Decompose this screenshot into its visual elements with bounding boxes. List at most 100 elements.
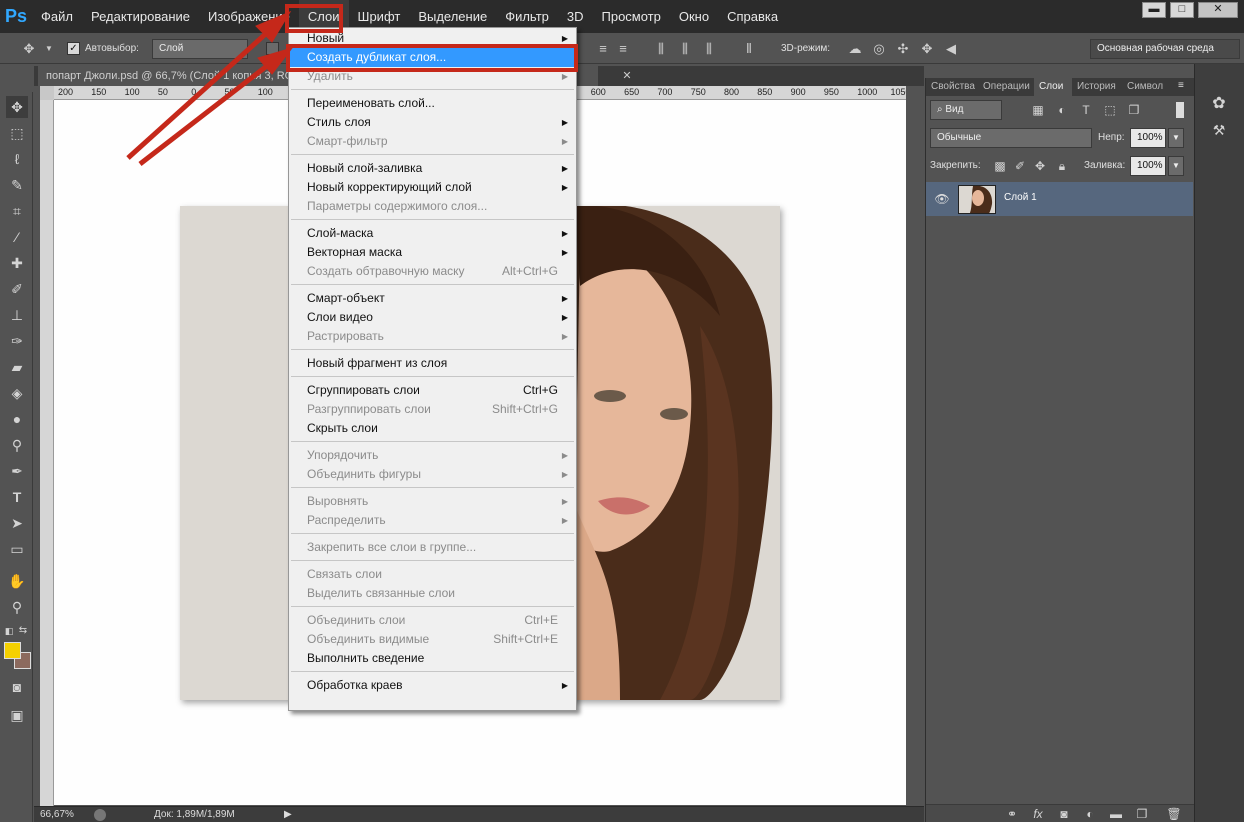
distribute-icon[interactable]: ⫼ [654,41,668,57]
distribute-icon[interactable]: ⫼ [702,41,716,57]
adjustment-filter-icon[interactable]: ◐ [1054,102,1070,118]
layer-row[interactable]: 👁︎ Слой 1 [926,182,1193,216]
menu-option[interactable]: Закрепить все слои в группе... [289,538,576,557]
menu-option[interactable]: Выделить связанные слои [289,584,576,603]
lasso-tool-icon[interactable]: ℓ [6,148,28,170]
adjustment-layer-icon[interactable]: ◐ [1082,806,1098,822]
panel-tab[interactable]: Символ [1122,78,1174,96]
crop-tool-icon[interactable]: ⌗ [6,200,28,222]
status-icon[interactable] [94,809,106,821]
blur-tool-icon[interactable]: ● [6,408,28,430]
panel-tab[interactable]: История [1072,78,1122,96]
menu-item[interactable]: Редактирование [82,0,199,33]
menu-item[interactable]: Файл [32,0,82,33]
menu-option[interactable]: Новый слой-заливка ▶ [289,159,576,178]
paint-bucket-tool-icon[interactable]: ◈ [6,382,28,404]
opacity-dropdown-icon[interactable]: ▼ [1168,128,1184,148]
canvas-scrollbar[interactable] [906,86,924,806]
menu-item[interactable]: Справка [718,0,787,33]
autoselect-target-select[interactable]: Слой [152,39,248,59]
menu-option[interactable]: Выровнять ▶ [289,492,576,511]
blend-mode-select[interactable]: Обычные [930,128,1092,148]
color-panel-icon[interactable]: ✿ [1211,96,1227,112]
panel-tab[interactable]: Свойства [926,78,978,96]
tools-panel-icon[interactable]: ⚒ [1211,122,1227,138]
panel-tab[interactable]: Операции [978,78,1034,96]
mask-icon[interactable]: ◙ [1056,806,1072,822]
menu-option[interactable]: Смарт-фильтр ▶ [289,132,576,151]
menu-option[interactable]: Растрировать ▶ [289,327,576,346]
drag-3d-icon[interactable]: ✣ [896,41,910,57]
hand-tool-icon[interactable]: ✋ [6,570,28,592]
filter-toggle[interactable] [1176,102,1184,118]
marquee-tool-icon[interactable]: ⬚ [6,122,28,144]
menu-item[interactable]: Просмотр [593,0,670,33]
menu-option[interactable]: Упорядочить ▶ [289,446,576,465]
path-select-tool-icon[interactable]: ➤ [6,512,28,534]
shape-filter-icon[interactable]: ⬚ [1102,102,1118,118]
menu-item[interactable]: Окно [670,0,718,33]
chevron-down-icon[interactable]: ▼ [42,41,56,57]
dodge-tool-icon[interactable]: ⚲ [6,434,28,456]
opacity-input[interactable]: 100% [1130,128,1166,148]
layer-filter-select[interactable]: ⌕ Вид [930,100,1002,120]
history-brush-tool-icon[interactable]: ✑ [6,330,28,352]
menu-option[interactable]: Разгруппировать слои Shift+Ctrl+G [289,400,576,419]
foreground-color-swatch[interactable] [4,642,21,659]
autoselect-checkbox[interactable]: ✓ [67,42,80,55]
menu-option[interactable]: Объединить видимые Shift+Ctrl+E [289,630,576,649]
eraser-tool-icon[interactable]: ▰ [6,356,28,378]
menu-option[interactable]: Объединить слои Ctrl+E [289,611,576,630]
distribute-icon[interactable]: ⫼ [678,41,692,57]
image-filter-icon[interactable]: ▦ [1030,102,1046,118]
menu-option[interactable]: Переименовать слой... [289,94,576,113]
maximize-button[interactable]: □ [1170,2,1194,18]
pen-tool-icon[interactable]: ✒ [6,460,28,482]
roll-3d-icon[interactable]: ◎ [872,41,886,57]
menu-option[interactable]: Выполнить сведение [289,649,576,668]
layer-name[interactable]: Слой 1 [1004,192,1037,203]
rotate-3d-icon[interactable]: ☁ [848,41,862,57]
move-tool-icon[interactable]: ✥ [22,41,36,57]
new-layer-icon[interactable]: ❐ [1134,806,1150,822]
zoom-tool-icon[interactable]: ⚲ [6,596,28,618]
slide-3d-icon[interactable]: ✥ [920,41,934,57]
status-arrow-icon[interactable]: ▶ [284,809,292,820]
swap-colors-icon[interactable]: ⇆ [16,620,30,642]
menu-option[interactable]: Скрыть слои [289,419,576,438]
group-folder-icon[interactable]: ▬ [1108,806,1124,822]
quick-mask-icon[interactable]: ◙ [6,676,28,698]
trash-icon[interactable]: 🗑︎ [1166,806,1182,822]
panel-menu-icon[interactable]: ≡ [1178,80,1184,91]
auto-align-icon[interactable]: ⦀ [742,41,756,57]
scale-3d-icon[interactable]: ◀ [944,41,958,57]
fill-input[interactable]: 100% [1130,156,1166,176]
close-icon[interactable]: ✕ [620,69,634,83]
quick-select-tool-icon[interactable]: ✎ [6,174,28,196]
fill-dropdown-icon[interactable]: ▼ [1168,156,1184,176]
menu-option[interactable]: Векторная маска ▶ [289,243,576,262]
menu-option[interactable]: Распределить ▶ [289,511,576,530]
eyedropper-tool-icon[interactable]: ⁄ [6,226,28,248]
healing-tool-icon[interactable]: ✚ [6,252,28,274]
menu-option[interactable]: Создать обтравочную маску Alt+Ctrl+G [289,262,576,281]
align-icon[interactable]: ≡ [596,41,610,57]
smart-object-filter-icon[interactable]: ❐ [1126,102,1142,118]
shape-tool-icon[interactable]: ▭ [6,538,28,560]
menu-option[interactable]: Смарт-объект ▶ [289,289,576,308]
minimize-button[interactable]: ▬ [1142,2,1166,18]
zoom-level[interactable]: 66,67% [40,809,74,820]
menu-option[interactable]: Обработка краев ▶ [289,676,576,695]
align-icon[interactable]: ≡ [616,41,630,57]
menu-option[interactable]: Слои видео ▶ [289,308,576,327]
lock-position-icon[interactable]: ✥ [1032,158,1048,174]
brush-tool-icon[interactable]: ✐ [6,278,28,300]
lock-all-icon[interactable]: 🔒︎ [1054,158,1070,174]
close-window-button[interactable]: ✕ [1198,2,1238,18]
menu-option[interactable]: Сгруппировать слои Ctrl+G [289,381,576,400]
menu-option[interactable]: Слой-маска ▶ [289,224,576,243]
menu-option[interactable]: Новый фрагмент из слоя [289,354,576,373]
transform-controls-checkbox[interactable] [266,42,279,55]
default-colors-icon[interactable]: ◧ [2,620,16,642]
fx-icon[interactable]: fx [1030,806,1046,822]
